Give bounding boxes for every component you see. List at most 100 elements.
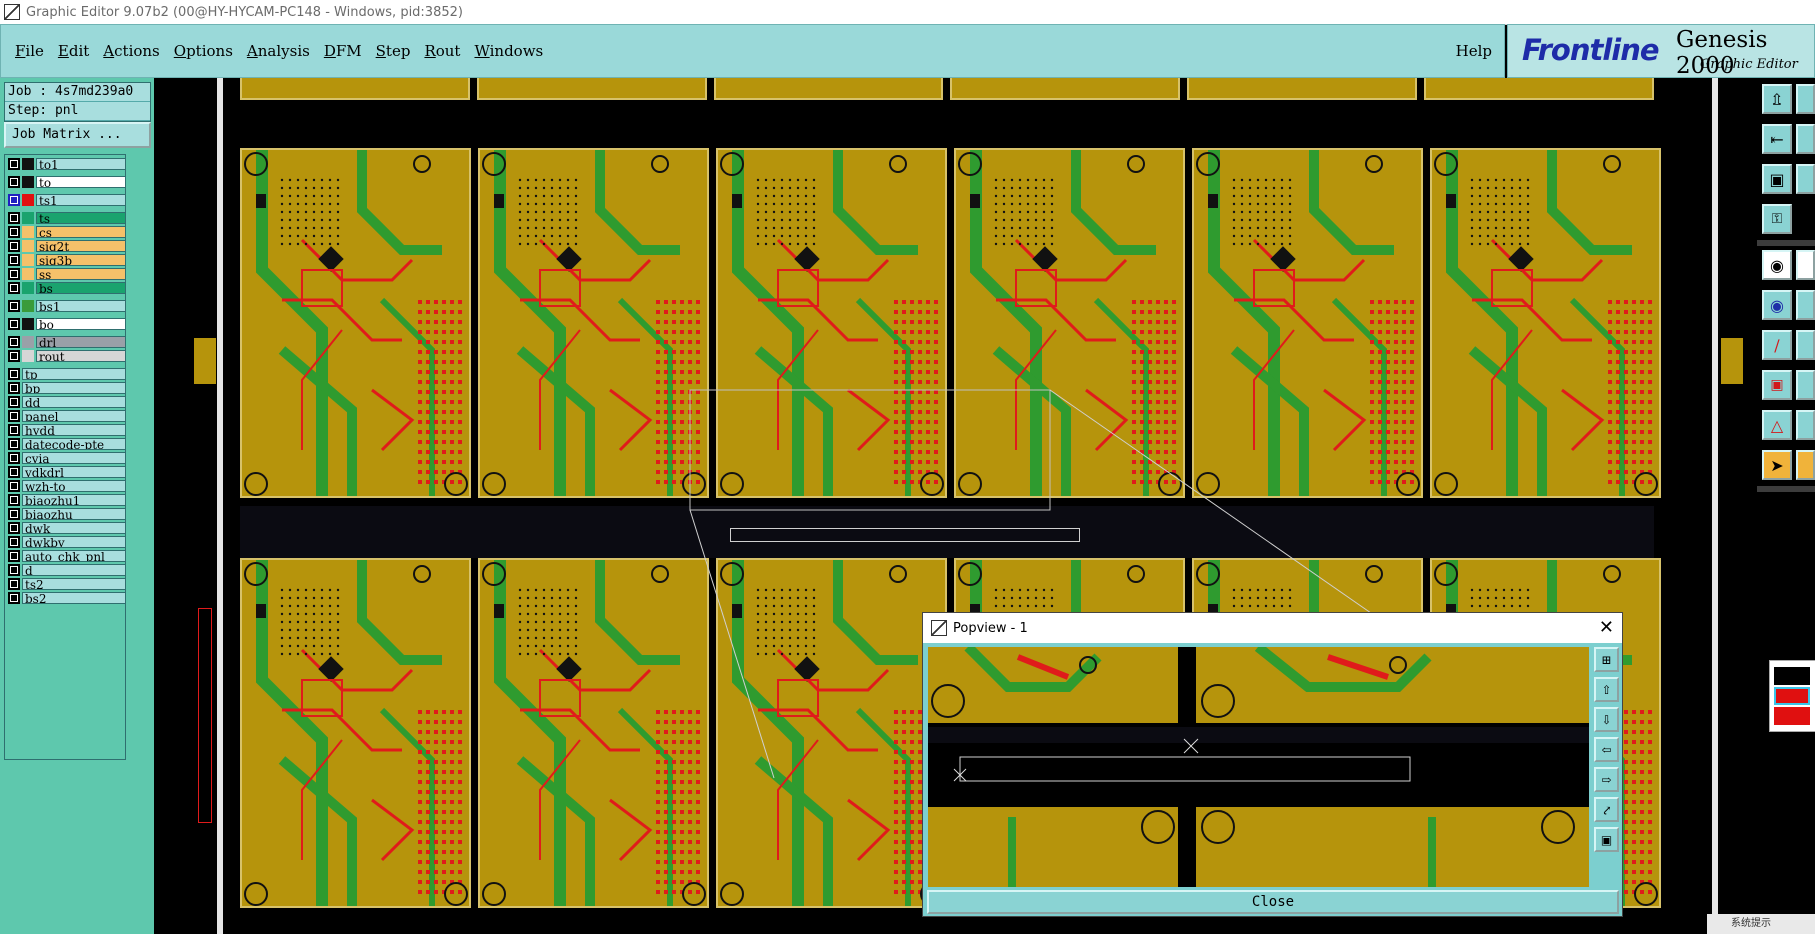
layer-checkbox[interactable]	[8, 494, 20, 506]
menu-file[interactable]: File	[15, 42, 44, 60]
layer-checkbox[interactable]	[8, 564, 20, 576]
layer-checkbox[interactable]	[8, 368, 20, 380]
layer-checkbox[interactable]	[8, 158, 20, 170]
layer-row-ss[interactable]: ss	[8, 267, 126, 281]
layer-row-dd[interactable]: dd	[8, 395, 126, 409]
layer-row-biaozhu1[interactable]: biaozhu1	[8, 493, 126, 507]
layer-checkbox[interactable]	[8, 424, 20, 436]
layer-checkbox[interactable]	[8, 438, 20, 450]
popview-zoom-button[interactable]: ⊞	[1594, 647, 1619, 672]
popview-canvas[interactable]	[928, 647, 1589, 887]
layer-row-to[interactable]: to	[8, 175, 126, 189]
layer-checkbox[interactable]	[8, 480, 20, 492]
menu-options[interactable]: Options	[174, 42, 233, 60]
layer-row-drl[interactable]: drl	[8, 335, 126, 349]
tool-extra-6[interactable]	[1796, 330, 1815, 360]
layer-checkbox[interactable]	[8, 268, 20, 280]
layer-row-auto_chk_pnl[interactable]: auto_chk_pnl	[8, 549, 126, 563]
menu-edit[interactable]: Edit	[58, 42, 89, 60]
layer-row-biaozhu[interactable]: biaozhu	[8, 507, 126, 521]
popview-pan-right-button[interactable]: ⇨	[1594, 767, 1619, 792]
layer-checkbox[interactable]	[8, 318, 20, 330]
layer-checkbox[interactable]	[8, 212, 20, 224]
close-icon[interactable]: ✕	[1599, 617, 1614, 638]
layer-checkbox[interactable]	[8, 282, 20, 294]
layer-checkbox[interactable]	[8, 350, 20, 362]
layer-checkbox[interactable]	[8, 522, 20, 534]
tool-extra-5[interactable]	[1796, 290, 1815, 320]
layer-checkbox[interactable]	[8, 536, 20, 548]
zoom-home-button[interactable]: ⇫	[1762, 84, 1792, 114]
layer-checkbox[interactable]	[8, 508, 20, 520]
line-button[interactable]: ∕	[1762, 330, 1792, 360]
layer-row-d[interactable]: d	[8, 563, 126, 577]
layer-row-dwk[interactable]: dwk	[8, 521, 126, 535]
tool-extra-2[interactable]	[1796, 124, 1815, 154]
layer-checkbox[interactable]	[8, 194, 20, 206]
layer-checkbox[interactable]	[8, 300, 20, 312]
layer-checkbox[interactable]	[8, 240, 20, 252]
layer-checkbox[interactable]	[8, 592, 20, 604]
tool-extra-3[interactable]	[1796, 164, 1815, 194]
menu-dfm[interactable]: DFM	[324, 42, 362, 60]
popview-pan-up-button[interactable]: ⇧	[1594, 677, 1619, 702]
zoom-fit-button[interactable]: ▣	[1762, 164, 1792, 194]
layer-checkbox[interactable]	[8, 254, 20, 266]
layer-row-ts[interactable]: ts	[8, 211, 126, 225]
layer-row-bo[interactable]: bo	[8, 317, 126, 331]
net-button[interactable]: ◉	[1762, 290, 1792, 320]
menu-step[interactable]: Step	[376, 42, 411, 60]
pad-button[interactable]: ▣	[1762, 370, 1792, 400]
layer-checkbox[interactable]	[8, 176, 20, 188]
surface-button[interactable]: △	[1762, 410, 1792, 440]
layer-checkbox[interactable]	[8, 466, 20, 478]
tool-extra-9[interactable]	[1796, 450, 1815, 480]
menu-windows[interactable]: Windows	[474, 42, 543, 60]
layer-row-sig3b[interactable]: sig3b	[8, 253, 126, 267]
popview-fit-button[interactable]: ▣	[1594, 827, 1619, 852]
tool-extra-1[interactable]	[1796, 84, 1815, 114]
layer-checkbox[interactable]	[8, 396, 20, 408]
layer-row-datecode-pte[interactable]: datecode-pte	[8, 437, 126, 451]
popview-pan-down-button[interactable]: ⇩	[1594, 707, 1619, 732]
layer-row-bs[interactable]: bs	[8, 281, 126, 295]
layer-checkbox[interactable]	[8, 226, 20, 238]
tool-extra-7[interactable]	[1796, 370, 1815, 400]
menu-actions[interactable]: Actions	[103, 42, 159, 60]
popview-close-button[interactable]: Close	[927, 890, 1619, 914]
layer-row-sig2t[interactable]: sig2t	[8, 239, 126, 253]
mini-map[interactable]	[1769, 660, 1815, 732]
layer-row-dwkby[interactable]: dwkby	[8, 535, 126, 549]
system-notification[interactable]: 系统提示	[1707, 914, 1815, 934]
layer-checkbox[interactable]	[8, 336, 20, 348]
menu-help[interactable]: Help	[1456, 42, 1492, 60]
popview-zoom-out-button[interactable]: ⤤	[1594, 797, 1619, 822]
layer-row-ydkdrl[interactable]: ydkdrl	[8, 465, 126, 479]
layer-checkbox[interactable]	[8, 410, 20, 422]
layer-row-ts1[interactable]: ts1	[8, 193, 126, 207]
layer-row-cvia[interactable]: cvia	[8, 451, 126, 465]
menu-rout[interactable]: Rout	[424, 42, 460, 60]
job-matrix-button[interactable]: Job Matrix ...	[4, 122, 151, 148]
layer-checkbox[interactable]	[8, 578, 20, 590]
select-button[interactable]: ➤	[1762, 450, 1792, 480]
layer-row-hydd[interactable]: hydd	[8, 423, 126, 437]
layer-row-panel[interactable]: panel	[8, 409, 126, 423]
tool-extra-4[interactable]	[1796, 250, 1815, 280]
snap-button[interactable]: ◉	[1762, 250, 1792, 280]
layer-checkbox[interactable]	[8, 382, 20, 394]
layer-row-wzh-to[interactable]: wzh-to	[8, 479, 126, 493]
layer-checkbox[interactable]	[8, 452, 20, 464]
popview-pan-left-button[interactable]: ⇦	[1594, 737, 1619, 762]
layer-row-bp[interactable]: bp	[8, 381, 126, 395]
layer-row-tp[interactable]: tp	[8, 367, 126, 381]
layer-row-cs[interactable]: cs	[8, 225, 126, 239]
layer-row-bs2[interactable]: bs2	[8, 591, 126, 605]
layer-checkbox[interactable]	[8, 550, 20, 562]
tool-extra-8[interactable]	[1796, 410, 1815, 440]
layer-row-bs1[interactable]: bs1	[8, 299, 126, 313]
menu-analysis[interactable]: Analysis	[247, 42, 310, 60]
layer-row-to1[interactable]: to1	[8, 157, 126, 171]
layer-row-ts2[interactable]: ts2	[8, 577, 126, 591]
zoom-in-button[interactable]: ⇤	[1762, 124, 1792, 154]
